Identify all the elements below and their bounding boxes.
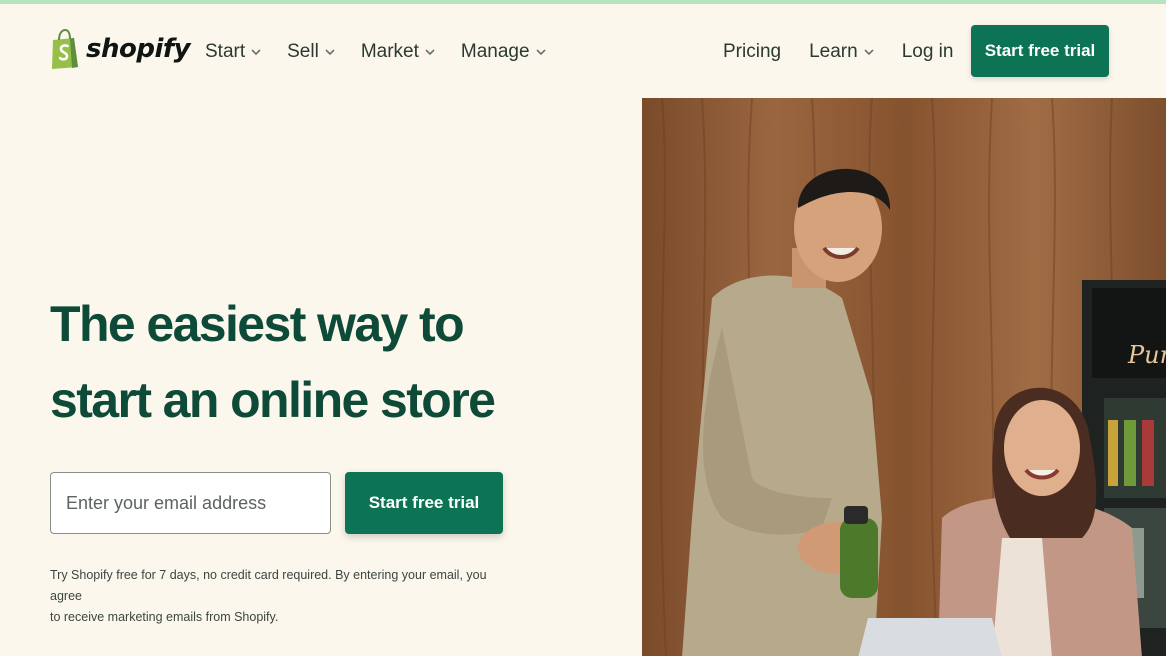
nav-item-manage[interactable]: Manage [461, 40, 546, 64]
woman-smile [1024, 468, 1060, 480]
bottle [1124, 420, 1136, 486]
fridge-sign-text: Pure [1127, 341, 1166, 369]
hero-headline: The easiest way to start an online store [50, 286, 570, 438]
chevron-down-icon [535, 48, 546, 55]
hero-photo: Pure [642, 98, 1166, 656]
woman-top [992, 538, 1052, 656]
juice-bottle [840, 518, 878, 598]
nav-item-label: Learn [809, 41, 858, 62]
logo-wordmark: shopify [86, 34, 191, 64]
nav-item-label: Manage [460, 41, 530, 62]
nav-item-label: Market [360, 41, 419, 62]
nav-item-label: Sell [287, 41, 319, 62]
trial-disclaimer: Try Shopify free for 7 days, no credit c… [50, 565, 510, 628]
disclaimer-line-2: to receive marketing emails from Shopify… [50, 610, 279, 624]
nav-item-label: Start [205, 41, 246, 62]
nav-item-label: Log in [901, 41, 954, 62]
chevron-down-icon [325, 48, 335, 55]
primary-nav: Start Sell Market Manage [205, 40, 546, 64]
laptop [858, 618, 1002, 656]
chevron-down-icon [425, 48, 435, 55]
hero-photo-illustration: Pure [642, 98, 1166, 656]
bottle [1142, 420, 1154, 486]
start-free-trial-button-header[interactable]: Start free trial [971, 25, 1109, 77]
nav-item-learn[interactable]: Learn [809, 40, 874, 64]
nav-item-start[interactable]: Start [205, 40, 261, 64]
nav-item-label: Pricing [723, 41, 782, 62]
secondary-nav: Pricing Learn Log in [723, 40, 953, 64]
nav-item-pricing[interactable]: Pricing [723, 40, 781, 64]
woman-face [1004, 400, 1080, 496]
nav-item-sell[interactable]: Sell [287, 40, 335, 64]
chevron-down-icon [864, 48, 874, 55]
nav-item-log-in[interactable]: Log in [902, 40, 954, 64]
start-free-trial-button-hero[interactable]: Start free trial [345, 472, 503, 534]
site-header: shopify Start Sell Market Manage Pricing… [0, 4, 1166, 98]
disclaimer-line-1: Try Shopify free for 7 days, no credit c… [50, 568, 487, 603]
shopify-logo[interactable]: shopify [50, 29, 191, 69]
email-input[interactable] [50, 472, 331, 534]
nav-item-market[interactable]: Market [361, 40, 435, 64]
hero-headline-line-2: start an online store [50, 372, 496, 428]
juice-bottle-cap [844, 506, 868, 524]
hero-headline-line-1: The easiest way to [50, 296, 465, 352]
man-smile [822, 246, 860, 259]
shopping-bag-icon [52, 29, 78, 69]
chevron-down-icon [251, 48, 261, 55]
bottle [1108, 420, 1118, 486]
